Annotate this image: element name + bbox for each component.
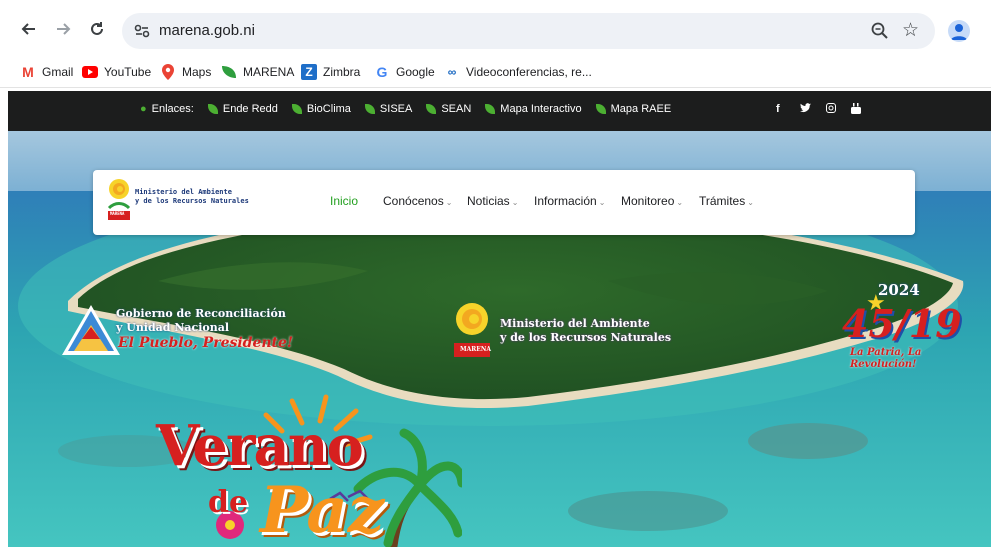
verano-de-paz-logo: Verano de Paz — [142, 393, 462, 547]
nav-conocenos[interactable]: Conócenos ⌄ — [383, 194, 452, 208]
link-mapa-interactivo[interactable]: Mapa Interactivo — [485, 103, 582, 115]
ministerio-line1: Ministerio del Ambiente — [500, 317, 650, 330]
leaf-icon — [364, 104, 375, 114]
link-ende-redd[interactable]: Ende Redd — [207, 103, 278, 115]
nav-tramites[interactable]: Trámites ⌄ — [699, 194, 754, 208]
facebook-icon[interactable]: f — [776, 103, 780, 115]
forward-arrow-icon[interactable] — [52, 18, 74, 40]
site-logo[interactable]: MARENA Ministerio del Ambiente y de los … — [107, 178, 257, 226]
main-navigation: MARENA Ministerio del Ambiente y de los … — [93, 170, 915, 235]
maps-pin-icon — [160, 64, 176, 80]
leaf-icon — [291, 104, 302, 114]
link-label: BioClima — [306, 103, 351, 115]
chevron-down-icon: ⌄ — [445, 198, 453, 207]
gobierno-slogan: El Pueblo, Presidente! — [118, 335, 294, 351]
leaf-icon — [426, 104, 437, 114]
hero-banner: Gobierno de Reconciliación y Unidad Naci… — [8, 131, 991, 547]
verano-word: Verano — [156, 413, 364, 479]
bookmark-videoconferencias[interactable]: ∞ Videoconferencias, re... — [444, 63, 592, 81]
logo-badge: MARENA — [110, 211, 125, 216]
anniversary-slogan: La Patria, La Revolución! — [850, 347, 922, 370]
instagram-icon[interactable] — [826, 103, 836, 116]
reload-icon[interactable] — [86, 18, 108, 40]
bookmark-gmail[interactable]: M Gmail — [20, 63, 73, 81]
ministerio-line2: y de los Recursos Naturales — [500, 331, 672, 344]
zoom-icon[interactable] — [870, 21, 890, 41]
leaf-icon — [207, 104, 218, 114]
nav-label: Trámites — [699, 194, 746, 208]
nav-label: Inicio — [330, 194, 359, 208]
youtube-icon — [82, 64, 98, 80]
nicaragua-triangle-icon — [62, 305, 120, 355]
browser-toolbar: marena.gob.ni ☆ — [0, 0, 991, 56]
chevron-down-icon: ⌄ — [511, 198, 519, 207]
link-label: Mapa Interactivo — [500, 103, 582, 115]
zimbra-icon: Z — [301, 64, 317, 80]
nav-label: Monitoreo — [621, 194, 675, 208]
links-label: Enlaces: — [151, 103, 194, 115]
bookmark-label: YouTube — [104, 65, 152, 79]
twitter-icon[interactable] — [800, 103, 811, 116]
bookmark-label: Videoconferencias, re... — [466, 65, 592, 79]
bookmark-youtube[interactable]: YouTube — [82, 63, 151, 81]
nav-label: Noticias — [467, 194, 510, 208]
nav-noticias[interactable]: Noticias ⌄ — [467, 194, 518, 208]
link-label: SEAN — [441, 103, 472, 115]
anniversary-number: 45/19 — [842, 301, 962, 346]
youtube-icon[interactable] — [851, 103, 861, 117]
nav-inicio[interactable]: Inicio — [330, 194, 358, 208]
profile-avatar-icon[interactable] — [948, 20, 970, 42]
google-icon: G — [376, 64, 388, 80]
gobierno-logo: Gobierno de Reconciliación y Unidad Naci… — [60, 303, 295, 373]
bookmark-marena[interactable]: MARENA — [221, 63, 294, 81]
bookmark-google[interactable]: G Google — [374, 63, 435, 81]
nav-informacion[interactable]: Información ⌄ — [534, 194, 605, 208]
back-arrow-icon[interactable] — [18, 18, 40, 40]
logo-line2: y de los Recursos Naturales — [135, 197, 249, 205]
globe-icon-label: ● Enlaces: — [140, 103, 194, 115]
anniversary-logo: 2024 ★ 45/19 La Patria, La Revolución! — [836, 281, 962, 381]
ministerio-logo-center: MARENA Ministerio del Ambiente y de los … — [452, 299, 682, 369]
leaf-icon — [595, 104, 606, 114]
link-bioclima[interactable]: BioClima — [291, 103, 351, 115]
gmail-icon: M — [22, 64, 34, 80]
bookmark-star-icon[interactable]: ☆ — [902, 19, 919, 41]
links-topbar: ● Enlaces: Ende Redd BioClima SISEA SEAN… — [8, 91, 991, 131]
nav-label: Conócenos — [383, 194, 444, 208]
nav-label: Información — [534, 194, 597, 208]
chevron-down-icon: ⌄ — [676, 198, 684, 207]
logo-line1: Ministerio del Ambiente — [135, 188, 232, 196]
gobierno-line2: y Unidad Nacional — [116, 321, 230, 334]
bookmark-label: Zimbra — [323, 65, 361, 79]
link-sean[interactable]: SEAN — [426, 103, 471, 115]
leaf-icon — [485, 104, 496, 114]
marena-badge-center: MARENA — [460, 346, 491, 353]
bookmark-label: Gmail — [42, 65, 74, 79]
website-viewport: ● Enlaces: Ende Redd BioClima SISEA SEAN… — [8, 91, 991, 547]
link-label: Mapa RAEE — [610, 103, 672, 115]
chevron-down-icon: ⌄ — [747, 198, 754, 207]
videoconference-icon: ∞ — [447, 65, 457, 79]
gobierno-line1: Gobierno de Reconciliación — [116, 307, 286, 320]
site-info-icon[interactable] — [130, 19, 154, 43]
link-label: Ende Redd — [222, 103, 278, 115]
chevron-down-icon: ⌄ — [598, 198, 606, 207]
globe-icon: ● — [140, 103, 147, 115]
leaf-icon — [221, 64, 237, 80]
external-links: ● Enlaces: Ende Redd BioClima SISEA SEAN… — [140, 103, 685, 115]
de-word: de — [208, 485, 249, 520]
bookmarks-bar: M Gmail YouTube Maps MARENA Z Zimbra G G… — [0, 56, 991, 88]
bookmark-label: Maps — [182, 65, 212, 79]
paz-word: Paz — [260, 473, 385, 547]
address-bar[interactable]: marena.gob.ni ☆ — [122, 13, 935, 49]
url-text[interactable]: marena.gob.ni — [159, 22, 255, 39]
bookmark-label: Google — [396, 65, 435, 79]
bookmark-zimbra[interactable]: Z Zimbra — [301, 63, 360, 81]
bookmark-label: MARENA — [243, 65, 295, 79]
link-sisea[interactable]: SISEA — [364, 103, 413, 115]
link-mapa-raee[interactable]: Mapa RAEE — [595, 103, 672, 115]
nav-monitoreo[interactable]: Monitoreo ⌄ — [621, 194, 683, 208]
bookmark-maps[interactable]: Maps — [160, 63, 211, 81]
link-label: SISEA — [379, 103, 413, 115]
